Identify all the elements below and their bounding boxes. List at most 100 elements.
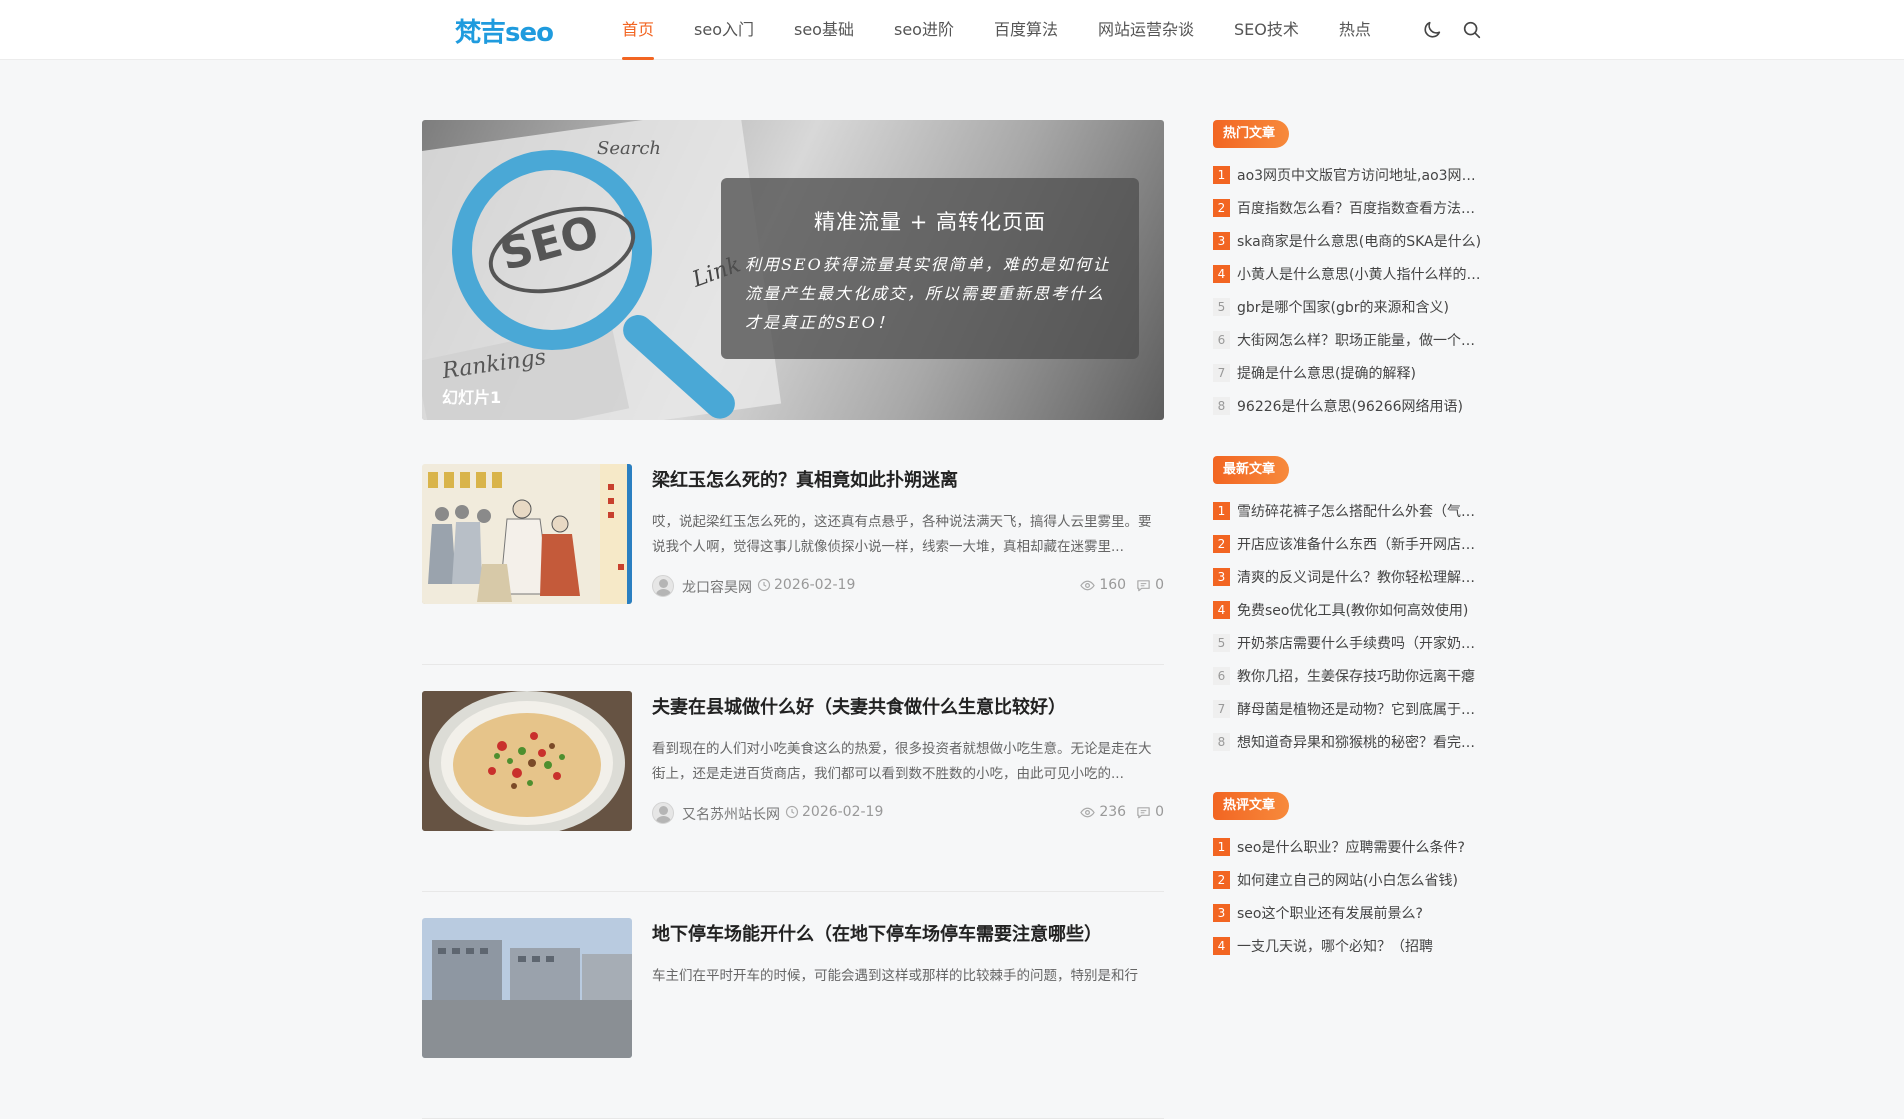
post-thumbnail[interactable] [422,691,632,831]
nav-item-seo-basics[interactable]: seo基础 [794,0,854,60]
main-nav: 首页 seo入门 seo基础 seo进阶 百度算法 网站运营杂谈 SEO技术 热… [622,0,1411,60]
list-item[interactable]: 6 教你几招，生姜保存技巧助你远离干瘪 [1213,661,1483,694]
nav-item-seo-tech[interactable]: SEO技术 [1234,0,1299,60]
list-item[interactable]: 8 想知道奇异果和猕猴桃的秘密？看完就懂 [1213,727,1483,760]
post-meta: 又名苏州站长网 2026-02-19 236 0 [652,801,1164,825]
slide-text-box: 精准流量 + 高转化页面 利用SEO获得流量其实很简单，难的是如何让流量产生最大… [721,178,1139,359]
list-item[interactable]: 4 免费seo优化工具(教你如何高效使用) [1213,595,1483,628]
post-title[interactable]: 地下停车场能开什么（在地下停车场停车需要注意哪些） [652,920,1102,946]
eye-icon [1080,580,1096,590]
rank-badge: 8 [1213,397,1230,415]
list-item[interactable]: 5 gbr是哪个国家(gbr的来源和含义) [1213,292,1483,325]
nav-item-hot[interactable]: 热点 [1339,0,1371,60]
list-item[interactable]: 6 大街网怎么样？职场正能量，做一个好人 [1213,325,1483,358]
post-views: 160 [1099,577,1127,593]
rank-badge: 5 [1213,634,1230,652]
widget-hot-comment-articles: 热评文章 1 seo是什么职业？应聘需要什么条件? 2 如何建立自己的网站(小白怎么… [1213,792,1483,964]
rank-badge: 1 [1213,166,1230,184]
rank-badge: 8 [1213,733,1230,751]
rank-badge: 2 [1213,871,1230,889]
post-list: 梁红玉怎么死的？真相竟如此扑朔迷离 哎，说起梁红玉怎么死的，这还真有点悬乎，各种… [422,464,1164,1119]
list-item[interactable]: 4 小黄人是什么意思(小黄人指什么样的人) [1213,259,1483,292]
article-list: 1 雪纺碎花裤子怎么搭配什么外套（气质款） 2 开店应该准备什么东西（新手开网店必看… [1213,496,1483,760]
rank-badge: 2 [1213,535,1230,553]
list-item[interactable]: 1 seo是什么职业？应聘需要什么条件? [1213,832,1483,865]
avatar [652,575,674,597]
list-item[interactable]: 8 96226是什么意思(96266网络用语) [1213,391,1483,424]
post-stats: 160 0 [1080,577,1164,593]
rank-badge: 3 [1213,568,1230,586]
rank-badge: 4 [1213,601,1230,619]
rank-badge: 4 [1213,265,1230,283]
sidebar: 热门文章 1ao3网页中文版官方访问地址,ao3网页中文版 2百度指数怎么看？百… [1213,120,1483,996]
list-item[interactable]: 3 清爽的反义词是什么？教你轻松理解词义 [1213,562,1483,595]
rank-badge: 7 [1213,700,1230,718]
parking-building-thumbnail [422,918,632,1058]
post-thumbnail[interactable] [422,464,632,604]
list-item[interactable]: 1ao3网页中文版官方访问地址,ao3网页中文版 [1213,160,1483,193]
nav-item-baidu-algorithm[interactable]: 百度算法 [994,0,1058,60]
site-logo[interactable]: 梵吉seo [455,12,554,49]
widget-title: 最新文章 [1213,456,1302,484]
rank-badge: 5 [1213,298,1230,316]
article-list: 1ao3网页中文版官方访问地址,ao3网页中文版 2百度指数怎么看？百度指数查看… [1213,160,1483,424]
list-item[interactable]: 7 提确是什么意思(提确的解释) [1213,358,1483,391]
post-excerpt: 看到现在的人们对小吃美食这么的热爱，很多投资者就想做小吃生意。无论是走在大街上，… [652,741,1152,782]
nav-item-home[interactable]: 首页 [622,0,655,60]
post-comments: 0 [1155,577,1164,593]
list-item[interactable]: 3 ska商家是什么意思(电商的SKA是什么) [1213,226,1483,259]
list-item[interactable]: 2 百度指数怎么看？百度指数查看方法介绍 [1213,193,1483,226]
post-item: 梁红玉怎么死的？真相竟如此扑朔迷离 哎，说起梁红玉怎么死的，这还真有点悬乎，各种… [422,464,1164,665]
rank-badge: 3 [1213,232,1230,250]
rank-badge: 1 [1213,502,1230,520]
list-item[interactable]: 1 雪纺碎花裤子怎么搭配什么外套（气质款） [1213,496,1483,529]
main-content: Search Link Rankings SEO 精准流量 + 高转化页面 利用… [422,120,1164,1119]
widget-title: 热评文章 [1213,792,1302,820]
post-author[interactable]: 龙口容昊网 [682,577,752,597]
list-item[interactable]: 7 酵母菌是植物还是动物？它到底属于哪类 [1213,694,1483,727]
post-title[interactable]: 夫妻在县城做什么好（夫妻共食做什么生意比较好） [652,693,1066,719]
list-item[interactable]: 2 开店应该准备什么东西（新手开网店必看） [1213,529,1483,562]
search-icon[interactable] [1461,19,1483,41]
history-painting-thumbnail [422,464,632,604]
post-excerpt: 车主们在平时开车的时候，可能会遇到这样或那样的比较棘手的问题，特别是和行 [652,968,1138,984]
post-item: 夫妻在县城做什么好（夫妻共食做什么生意比较好） 看到现在的人们对小吃美食这么的热… [422,691,1164,892]
post-date: 2026-02-19 [802,804,884,820]
list-item[interactable]: 2 如何建立自己的网站(小白怎么省钱) [1213,865,1483,898]
post-author[interactable]: 又名苏州站长网 [682,804,780,824]
widget-hot-articles: 热门文章 1ao3网页中文版官方访问地址,ao3网页中文版 2百度指数怎么看？百… [1213,120,1483,424]
featured-slider[interactable]: Search Link Rankings SEO 精准流量 + 高转化页面 利用… [422,120,1164,420]
post-excerpt: 哎，说起梁红玉怎么死的，这还真有点悬乎，各种说法满天飞，搞得人云里雾里。要说我个… [652,514,1152,555]
noodle-dish-thumbnail [422,691,632,831]
nav-item-seo-advanced[interactable]: seo进阶 [894,0,954,60]
comment-icon [1137,579,1150,591]
rank-badge: 1 [1213,838,1230,856]
rank-badge: 3 [1213,904,1230,922]
eye-icon [1080,807,1096,817]
list-item[interactable]: 4 一支几天说，哪个必知？（招聘 [1213,931,1483,964]
post-views: 236 [1099,804,1127,820]
moon-icon[interactable] [1421,19,1443,41]
post-item: 地下停车场能开什么（在地下停车场停车需要注意哪些） 车主们在平时开车的时候，可能… [422,918,1164,1119]
nav-item-site-operations[interactable]: 网站运营杂谈 [1098,0,1194,60]
comment-icon [1137,806,1150,818]
list-item[interactable]: 5 开奶茶店需要什么手续费吗（开家奶茶店） [1213,628,1483,661]
site-header: 梵吉seo 首页 seo入门 seo基础 seo进阶 百度算法 网站运营杂谈 S… [0,0,1904,60]
article-list: 1 seo是什么职业？应聘需要什么条件? 2 如何建立自己的网站(小白怎么省钱) 3… [1213,832,1483,964]
post-meta: 龙口容昊网 2026-02-19 160 0 [652,574,1164,598]
slide-title: 精准流量 + 高转化页面 [814,210,1046,234]
list-item[interactable]: 3 seo这个职业还有发展前景么? [1213,898,1483,931]
clock-icon [757,578,771,592]
slide-text: 利用SEO获得流量其实很简单，难的是如何让流量产生最大化成交，所以需要重新思考什… [745,255,1111,332]
post-title[interactable]: 梁红玉怎么死的？真相竟如此扑朔迷离 [652,466,958,492]
post-stats: 236 0 [1080,804,1164,820]
nav-item-seo-intro[interactable]: seo入门 [694,0,754,60]
widget-latest-articles: 最新文章 1 雪纺碎花裤子怎么搭配什么外套（气质款） 2 开店应该准备什么东西（新手… [1213,456,1483,760]
rank-badge: 4 [1213,937,1230,955]
avatar [652,802,674,824]
rank-badge: 7 [1213,364,1230,382]
widget-title: 热门文章 [1213,120,1302,148]
slide-art-search: Search [597,138,661,159]
slide-caption: 幻灯片1 [442,388,502,407]
post-thumbnail[interactable] [422,918,632,1058]
